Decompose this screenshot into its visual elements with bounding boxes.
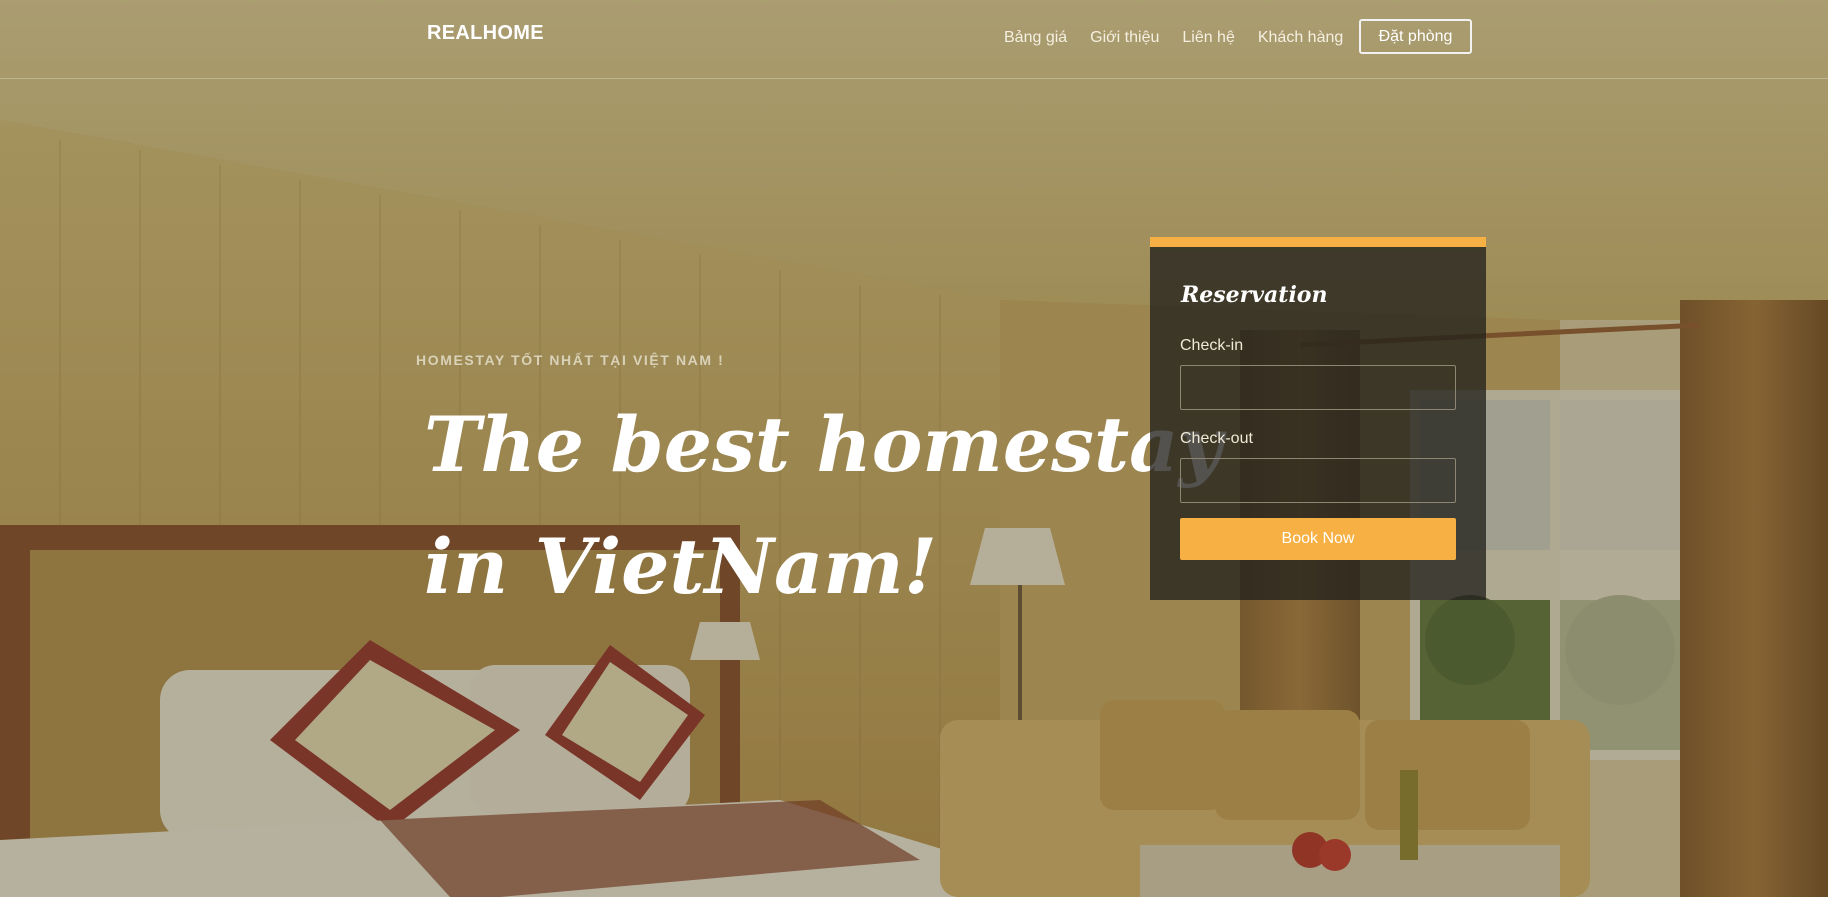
nav-link-contact[interactable]: Liên hệ xyxy=(1182,29,1235,47)
hero-subtitle: HOMESTAY TỐT NHẤT TẠI VIỆT NAM ! xyxy=(416,352,725,368)
book-now-button[interactable]: Book Now xyxy=(1180,518,1456,560)
nav-link-pricing[interactable]: Bảng giá xyxy=(1004,29,1067,47)
reservation-card: Reservation Check-in Check-out Book Now xyxy=(1150,237,1486,600)
hero-title: The best homestay in VietNam! xyxy=(424,384,1223,628)
checkin-label: Check-in xyxy=(1180,337,1244,354)
checkin-input[interactable] xyxy=(1180,365,1456,410)
nav-link-customers[interactable]: Khách hàng xyxy=(1258,29,1343,47)
nav-links: Bảng giá Giới thiệu Liên hệ Khách hàng xyxy=(1004,29,1366,47)
checkout-label: Check-out xyxy=(1180,430,1253,447)
book-room-button[interactable]: Đặt phòng xyxy=(1359,19,1472,54)
nav-link-about[interactable]: Giới thiệu xyxy=(1090,29,1159,47)
reservation-title: Reservation xyxy=(1181,282,1328,308)
hero-section: REALHOME Bảng giá Giới thiệu Liên hệ Khá… xyxy=(0,0,1828,897)
hero-title-line-2: in VietNam! xyxy=(424,522,938,611)
checkout-input[interactable] xyxy=(1180,458,1456,503)
brand-logo[interactable]: REALHOME xyxy=(427,22,544,45)
hero-title-line-1: The best homestay xyxy=(424,400,1223,489)
top-navbar: REALHOME Bảng giá Giới thiệu Liên hệ Khá… xyxy=(0,0,1828,79)
